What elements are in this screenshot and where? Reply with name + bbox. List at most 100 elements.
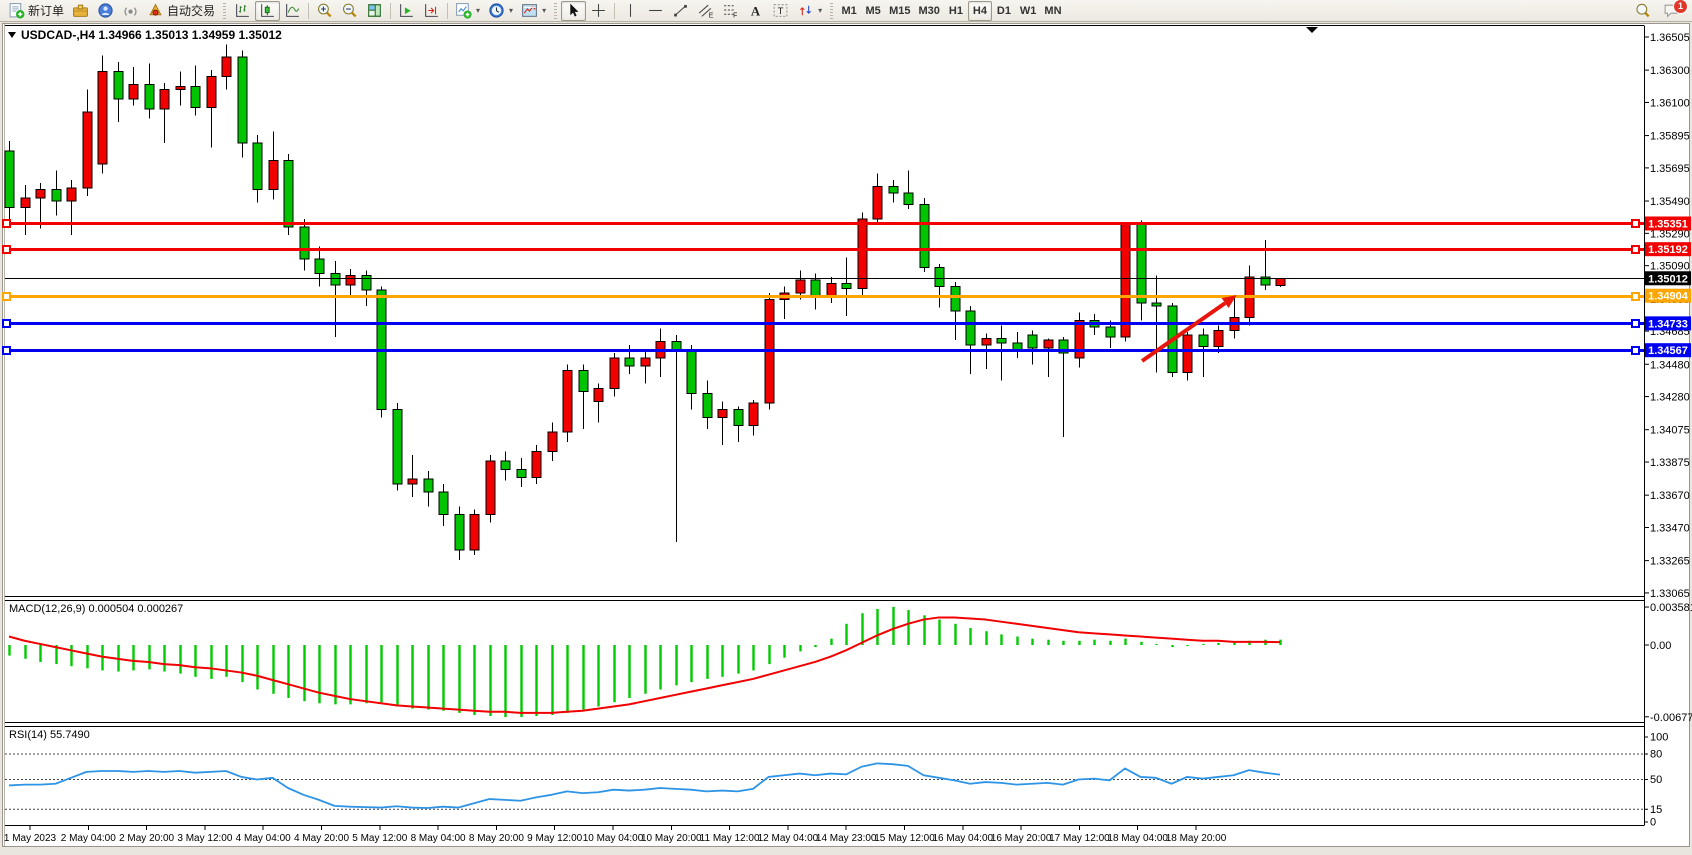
new-chart-button[interactable]: ▾ [451, 1, 484, 21]
neworder-icon [8, 2, 25, 19]
arrows-button[interactable]: ▾ [793, 1, 826, 21]
autotrading-button[interactable]: 自动交易 [143, 1, 219, 21]
signal-icon [122, 2, 139, 19]
market-watch-button[interactable] [68, 1, 93, 21]
svg-text:80: 80 [1650, 749, 1662, 761]
candle [718, 410, 727, 418]
bar-chart-button[interactable] [230, 1, 255, 21]
svg-text:1.35090: 1.35090 [1650, 261, 1690, 273]
tile-windows-button[interactable] [362, 1, 387, 21]
timeframe-d1-button[interactable]: D1 [992, 1, 1016, 21]
crosshair-icon [590, 2, 607, 19]
periods-button[interactable]: ▾ [484, 1, 517, 21]
svg-text:0.00: 0.00 [1650, 640, 1671, 652]
candle [1028, 335, 1037, 348]
candle [1214, 330, 1223, 346]
vertical-line-button[interactable] [618, 1, 643, 21]
candle [207, 77, 216, 108]
candle [548, 432, 557, 451]
toolbar-separator [614, 3, 615, 19]
time-axis-label: 3 May 12:00 [177, 833, 232, 844]
search-icon [1634, 2, 1651, 19]
trendline-button[interactable] [668, 1, 693, 21]
svg-text:0.003581: 0.003581 [1650, 602, 1692, 614]
candle [563, 371, 572, 432]
timeframe-h4-button[interactable]: H4 [968, 1, 992, 21]
candle [98, 72, 107, 164]
svg-text:1.35192: 1.35192 [1648, 244, 1688, 256]
zoom-out-button[interactable] [337, 1, 362, 21]
chart-shift-button[interactable] [419, 1, 444, 21]
toolbar-grip [554, 3, 557, 19]
notifications-button[interactable]: 1 [1659, 1, 1684, 21]
horizontal-line-button[interactable] [643, 1, 668, 21]
candle [393, 410, 402, 484]
time-axis-label: 4 May 20:00 [294, 833, 349, 844]
templates-button[interactable]: ▾ [517, 1, 550, 21]
autoscroll-icon [398, 2, 415, 19]
timeframe-m5-button[interactable]: M5 [861, 1, 885, 21]
zoom-in-button[interactable] [312, 1, 337, 21]
candle [315, 259, 324, 274]
svg-text:100: 100 [1650, 732, 1668, 744]
svg-text:1.35895: 1.35895 [1650, 131, 1690, 143]
candle [284, 161, 293, 227]
candle [346, 275, 355, 285]
signals-button[interactable] [118, 1, 143, 21]
candle [734, 410, 743, 426]
svg-text:1.34480: 1.34480 [1650, 359, 1690, 371]
svg-text:F: F [733, 12, 737, 19]
candle [1137, 224, 1146, 303]
crosshair-button[interactable] [586, 1, 611, 21]
timeframe-w1-button[interactable]: W1 [1016, 1, 1041, 21]
toolbar-grip [830, 3, 833, 19]
trendline-icon [672, 2, 689, 19]
candle [610, 358, 619, 389]
candle [129, 85, 138, 100]
symbol-dropdown-icon[interactable] [8, 32, 16, 38]
text-label-button[interactable]: T [768, 1, 793, 21]
svg-text:1.35490: 1.35490 [1650, 196, 1690, 208]
cursor-button[interactable] [561, 1, 586, 21]
candle [21, 198, 30, 208]
search-button[interactable] [1630, 1, 1655, 21]
svg-text:1.33670: 1.33670 [1650, 490, 1690, 502]
toolbar-separator [390, 3, 391, 19]
navigator-button[interactable] [93, 1, 118, 21]
timeframe-m1-button[interactable]: M1 [837, 1, 861, 21]
time-axis-label: 10 May 04:00 [583, 833, 644, 844]
goldbox-icon [72, 2, 89, 19]
candlestick-chart-button[interactable] [255, 1, 280, 21]
time-axis-label: 15 May 12:00 [874, 833, 935, 844]
bars-icon [234, 2, 251, 19]
timeframe-mn-button[interactable]: MN [1040, 1, 1065, 21]
candle [579, 371, 588, 392]
time-axis-label: 10 May 20:00 [641, 833, 702, 844]
candle [1183, 335, 1192, 372]
chart-canvas[interactable]: 1.365051.363001.361001.358951.356951.354… [0, 0, 1692, 855]
autotrading-button-label: 自动交易 [167, 2, 215, 19]
candle [842, 283, 851, 288]
candle [486, 461, 495, 514]
equidistant-channel-button[interactable]: E [693, 1, 718, 21]
svg-text:1.36505: 1.36505 [1650, 32, 1690, 44]
svg-text:1.35695: 1.35695 [1650, 163, 1690, 175]
timeframe-m30-button[interactable]: M30 [915, 1, 944, 21]
new-order-button-label: 新订单 [28, 2, 64, 19]
candle [1276, 278, 1285, 285]
fibonacci-button[interactable]: F [718, 1, 743, 21]
new-order-button[interactable]: 新订单 [4, 1, 68, 21]
auto-scroll-button[interactable] [394, 1, 419, 21]
candle [52, 190, 61, 201]
text-button[interactable]: A [743, 1, 768, 21]
candle [269, 161, 278, 190]
svg-text:1.36100: 1.36100 [1650, 97, 1690, 109]
line-chart-button[interactable] [280, 1, 305, 21]
timeframe-h1-button[interactable]: H1 [944, 1, 968, 21]
linechart-icon [284, 2, 301, 19]
timeframe-m15-button[interactable]: M15 [885, 1, 914, 21]
time-axis-label: 9 May 12:00 [527, 833, 582, 844]
chevron-down-icon: ▾ [818, 6, 822, 15]
macd-indicator-label: MACD(12,26,9) 0.000504 0.000267 [9, 603, 183, 615]
svg-text:-0.006775: -0.006775 [1650, 712, 1692, 724]
